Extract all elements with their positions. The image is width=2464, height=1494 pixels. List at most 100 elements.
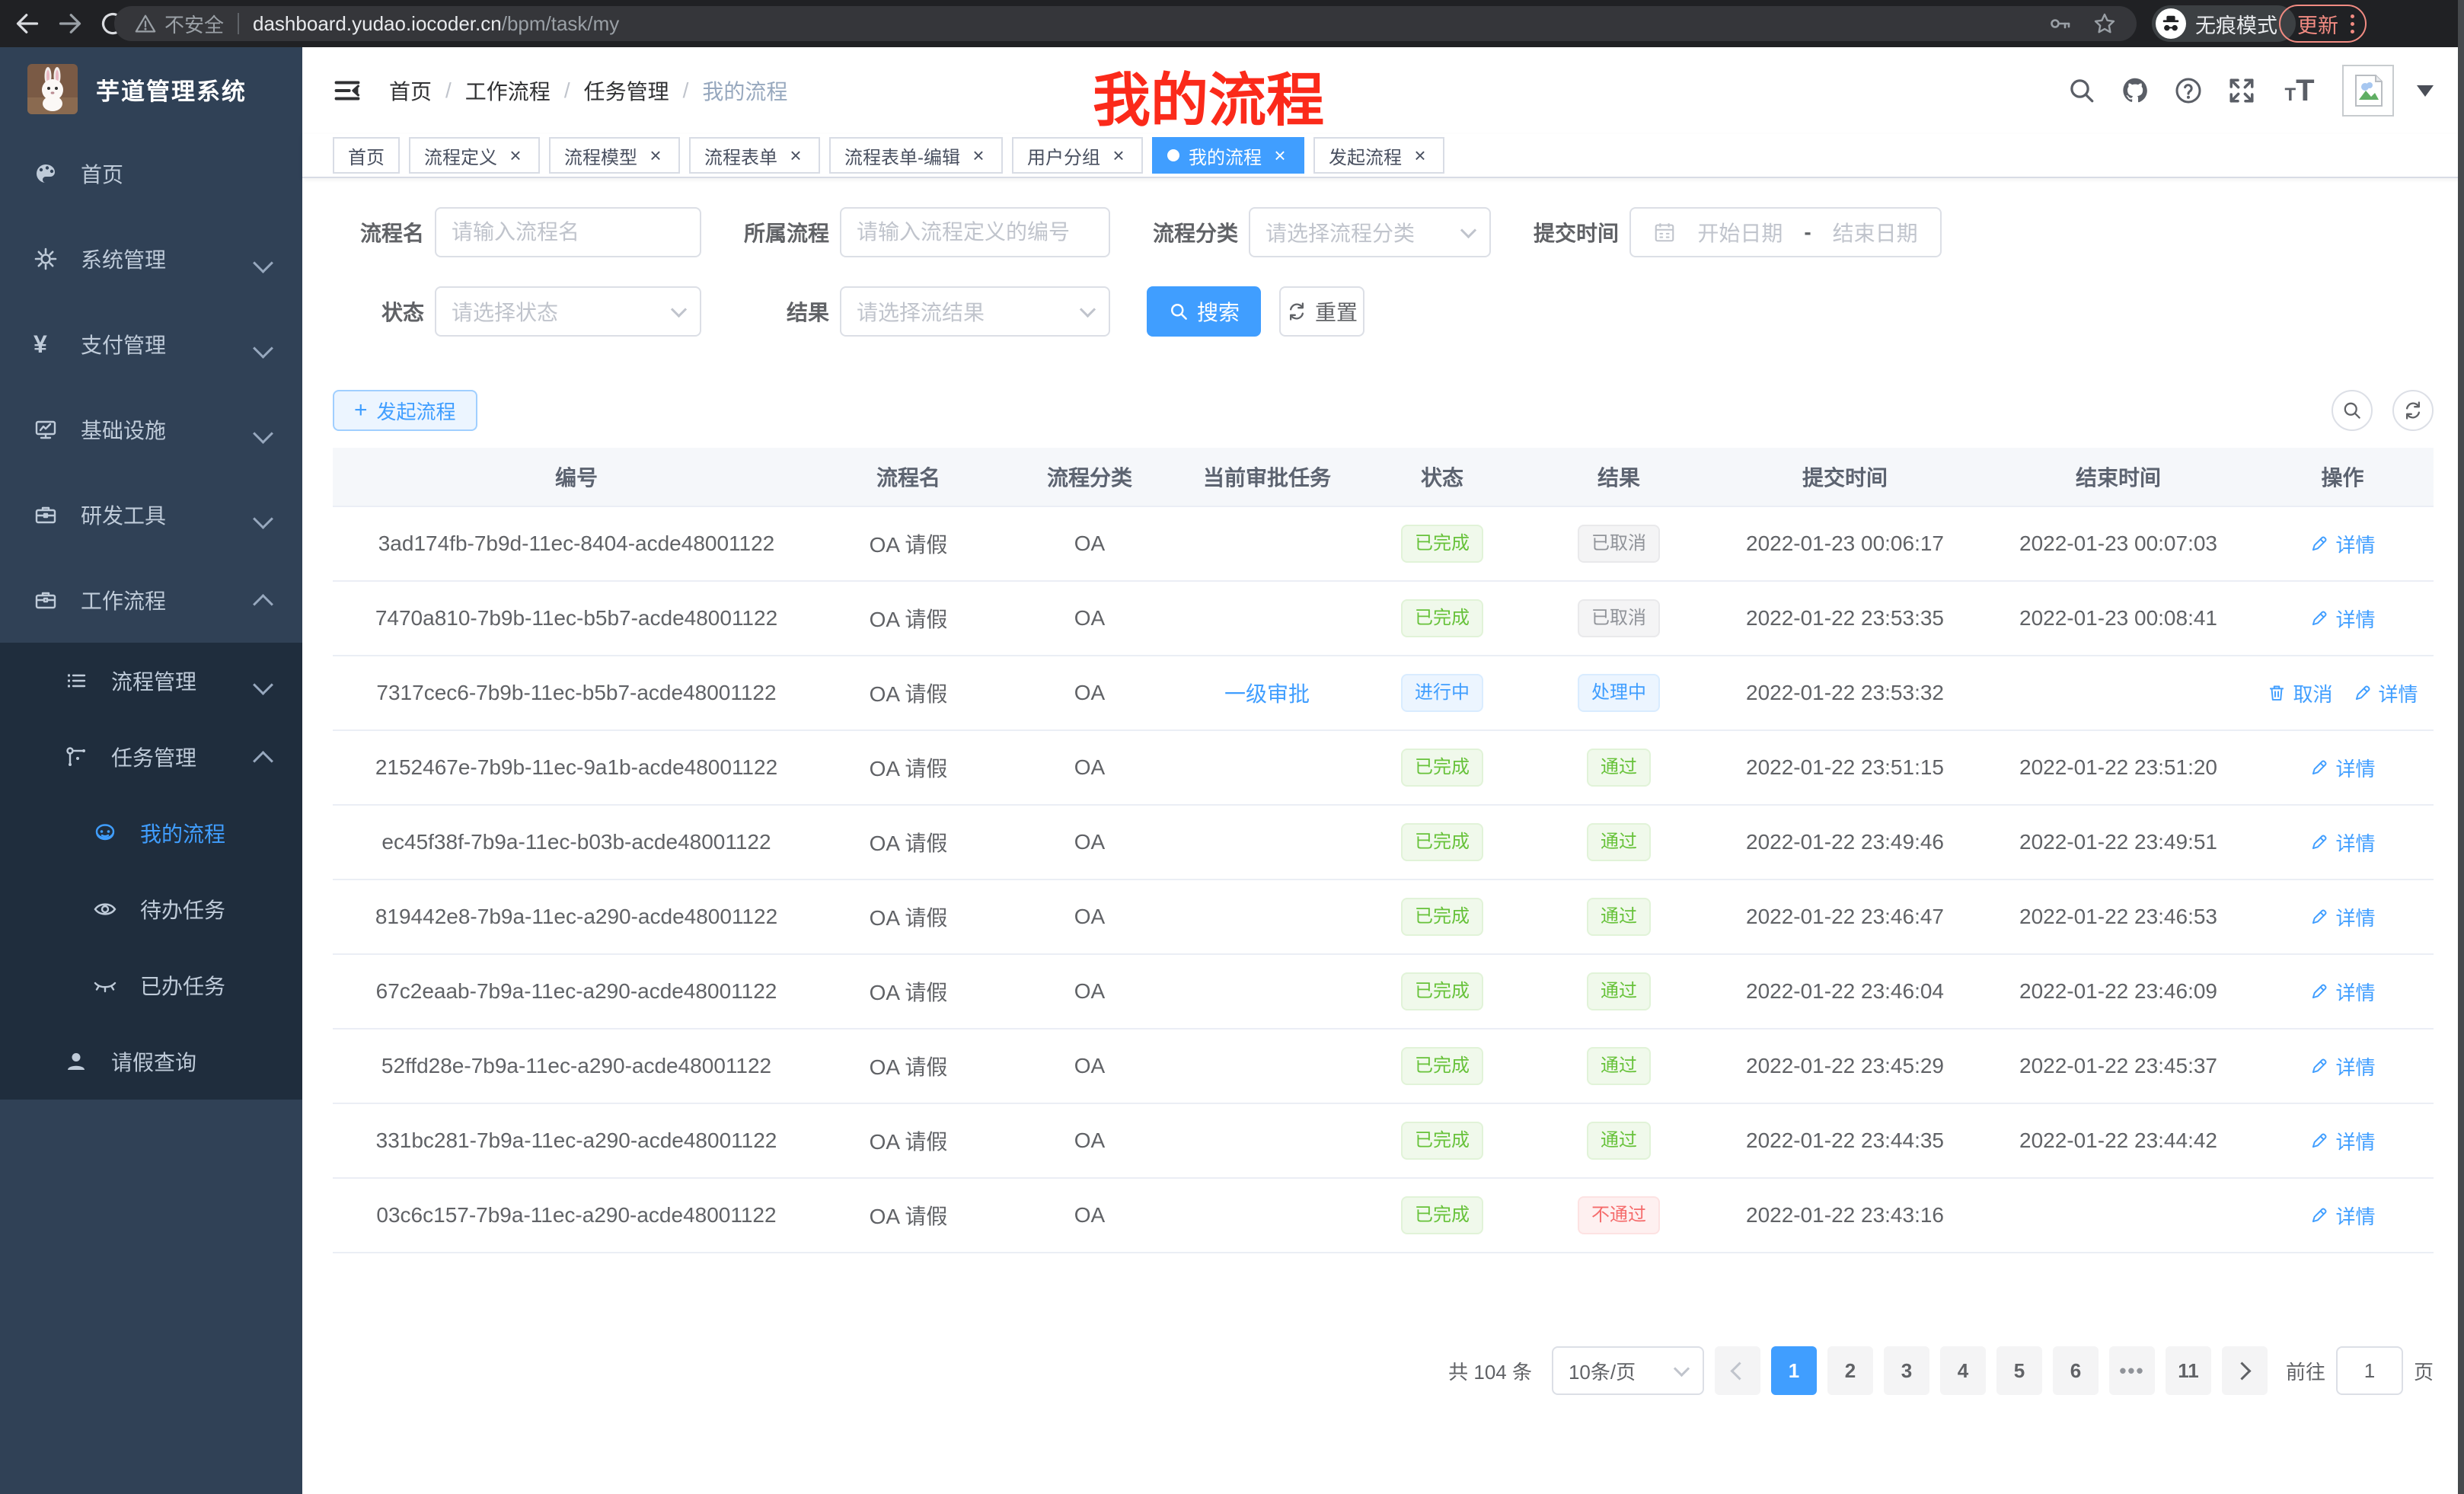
next-page-button[interactable] [2222, 1346, 2268, 1395]
search-icon[interactable] [2067, 75, 2097, 106]
password-key-icon[interactable] [2048, 11, 2073, 36]
close-icon[interactable] [506, 146, 525, 164]
url-bar[interactable]: 不安全 dashboard.yudao.iocoder.cn /bpm/task… [114, 6, 2137, 41]
page-button-4[interactable]: 4 [1940, 1346, 1986, 1395]
cell-end-time: 2022-01-22 23:51:20 [1985, 731, 2252, 804]
current-task-link[interactable]: 一级审批 [1224, 678, 1310, 708]
sidebar-item-infra[interactable]: 基础设施 [0, 387, 302, 472]
tab-start-process[interactable]: 发起流程 [1313, 137, 1444, 174]
sidebar-item-task-mgmt[interactable]: 任务管理 [0, 719, 302, 795]
cancel-link[interactable]: 取消 [2267, 679, 2332, 707]
detail-link[interactable]: 详情 [2309, 1202, 2375, 1230]
browser-update-button[interactable]: 更新 [2279, 5, 2367, 43]
update-label[interactable]: 更新 [2297, 9, 2338, 39]
close-icon[interactable] [646, 146, 665, 164]
sidebar-item-workflow[interactable]: 工作流程 [0, 557, 302, 643]
sidebar-item-leave-query[interactable]: 请假查询 [0, 1023, 302, 1100]
fullscreen-icon[interactable] [2226, 75, 2257, 106]
close-icon[interactable] [1271, 146, 1289, 164]
result-select[interactable]: 请选择流结果 [840, 286, 1110, 337]
detail-link[interactable]: 详情 [2309, 978, 2375, 1006]
more-pages-button[interactable]: ••• [2109, 1346, 2155, 1395]
logo-row: 芋道管理系统 [0, 47, 302, 131]
collapse-menu-icon[interactable] [331, 75, 363, 107]
bookmark-star-icon[interactable] [2092, 11, 2117, 36]
cell-name: OA 请假 [820, 806, 997, 879]
detail-link[interactable]: 详情 [2309, 828, 2375, 857]
close-icon[interactable] [787, 146, 805, 164]
breadcrumb-task-mgmt[interactable]: 任务管理 [584, 75, 669, 106]
end-date-placeholder: 结束日期 [1833, 217, 1918, 247]
browser-menu-icon[interactable] [2351, 14, 2354, 34]
window-scrollbar[interactable] [2458, 0, 2464, 1494]
sidebar-item-todo-tasks[interactable]: 待办任务 [0, 871, 302, 947]
start-process-button[interactable]: 发起流程 [333, 390, 477, 431]
sidebar-item-devtools[interactable]: 研发工具 [0, 472, 302, 557]
detail-link[interactable]: 详情 [2353, 679, 2418, 707]
goto-page-input[interactable] [2336, 1346, 2403, 1395]
sidebar-item-label: 流程管理 [111, 666, 196, 696]
breadcrumb-workflow[interactable]: 工作流程 [465, 75, 551, 106]
sidebar-item-my-process[interactable]: 我的流程 [0, 795, 302, 871]
tab-process-definition[interactable]: 流程定义 [409, 137, 540, 174]
status-select[interactable]: 请选择状态 [435, 286, 701, 337]
font-size-icon[interactable] [2280, 76, 2319, 105]
url-host[interactable]: dashboard.yudao.iocoder.cn [253, 12, 502, 36]
page-size-select[interactable]: 10条/页 [1552, 1346, 1704, 1395]
sidebar-item-done-tasks[interactable]: 已办任务 [0, 947, 302, 1023]
close-icon[interactable] [1411, 146, 1429, 164]
detail-link[interactable]: 详情 [2309, 605, 2375, 633]
detail-link[interactable]: 详情 [2309, 903, 2375, 931]
cell-name: OA 请假 [820, 582, 997, 655]
sidebar-item-home[interactable]: 首页 [0, 131, 302, 216]
dashboard-icon [34, 161, 58, 186]
tab-process-form[interactable]: 流程表单 [689, 137, 820, 174]
security-label[interactable]: 不安全 [164, 10, 224, 38]
page-button-1[interactable]: 1 [1771, 1346, 1817, 1395]
tab-my-process[interactable]: 我的流程 [1152, 137, 1304, 174]
page-button-6[interactable]: 6 [2053, 1346, 2099, 1395]
forward-icon[interactable] [55, 8, 85, 39]
col-header-result: 结果 [1533, 448, 1705, 506]
cell-submit-time: 2022-01-22 23:44:35 [1705, 1104, 1985, 1177]
eye-icon [93, 897, 117, 921]
page-button-5[interactable]: 5 [1996, 1346, 2042, 1395]
process-category-select[interactable]: 请选择流程分类 [1249, 207, 1491, 257]
detail-link[interactable]: 详情 [2309, 1127, 2375, 1155]
page-button-3[interactable]: 3 [1884, 1346, 1929, 1395]
start-process-label: 发起流程 [377, 397, 456, 425]
table-row: 7470a810-7b9b-11ec-b5b7-acde48001122 OA … [333, 582, 2434, 656]
page-button-11[interactable]: 11 [2166, 1346, 2211, 1395]
result-label: 结果 [738, 296, 829, 327]
url-path[interactable]: /bpm/task/my [502, 12, 620, 36]
detail-link[interactable]: 详情 [2309, 1052, 2375, 1081]
close-icon[interactable] [1109, 146, 1128, 164]
tab-process-model[interactable]: 流程模型 [549, 137, 680, 174]
breadcrumb-home[interactable]: 首页 [389, 75, 432, 106]
avatar-caret-icon[interactable] [2417, 85, 2434, 97]
search-button[interactable]: 搜索 [1147, 286, 1261, 337]
github-icon[interactable] [2120, 75, 2150, 106]
tab-home[interactable]: 首页 [333, 137, 400, 174]
cell-task [1183, 955, 1352, 1028]
sidebar-item-system[interactable]: 系统管理 [0, 216, 302, 302]
back-icon[interactable] [12, 8, 43, 39]
prev-page-button[interactable] [1715, 1346, 1760, 1395]
sidebar-item-payment[interactable]: 支付管理 [0, 302, 302, 387]
not-secure-icon[interactable] [134, 12, 157, 35]
help-icon[interactable] [2173, 75, 2204, 106]
reset-button[interactable]: 重置 [1279, 286, 1364, 337]
avatar[interactable] [2342, 65, 2394, 117]
toggle-search-button[interactable] [2332, 390, 2373, 431]
process-definition-input[interactable] [841, 209, 1109, 256]
tab-user-group[interactable]: 用户分组 [1012, 137, 1143, 174]
detail-link[interactable]: 详情 [2309, 754, 2375, 782]
close-icon[interactable] [969, 146, 988, 164]
sidebar-item-process-mgmt[interactable]: 流程管理 [0, 643, 302, 719]
refresh-table-button[interactable] [2392, 390, 2434, 431]
detail-link[interactable]: 详情 [2309, 530, 2375, 558]
process-name-input[interactable] [436, 209, 700, 256]
submit-time-range-picker[interactable]: 开始日期 - 结束日期 [1629, 207, 1942, 257]
page-button-2[interactable]: 2 [1827, 1346, 1873, 1395]
tab-process-form-edit[interactable]: 流程表单-编辑 [829, 137, 1003, 174]
